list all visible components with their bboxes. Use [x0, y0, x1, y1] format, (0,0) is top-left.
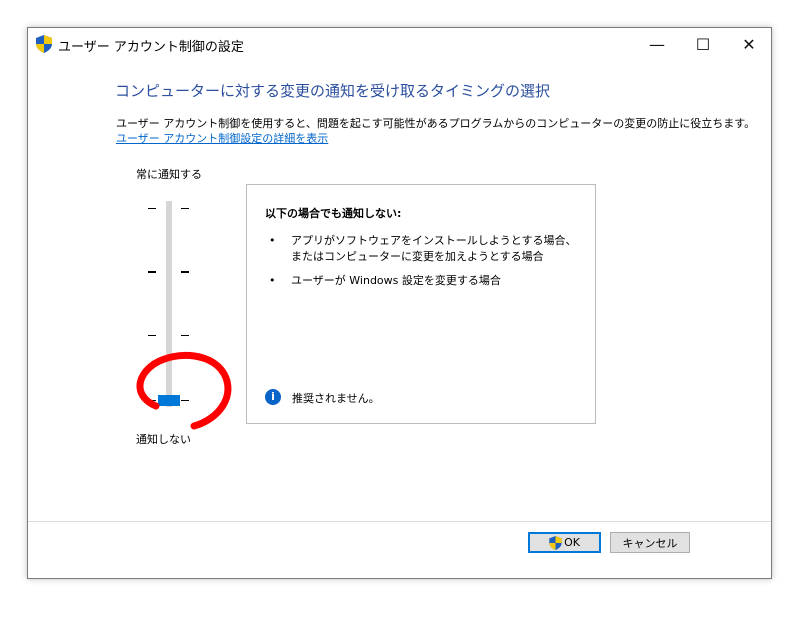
footer-separator [28, 521, 771, 522]
maximize-button[interactable]: ☐ [680, 28, 726, 60]
uac-shield-icon [36, 35, 52, 53]
cancel-button[interactable]: キャンセル [610, 532, 690, 553]
minimize-button[interactable]: — [634, 28, 680, 60]
bullet-icon: • [269, 234, 276, 247]
not-recommended-note: 推奨されません。 [292, 392, 380, 405]
slider-tick-right-3 [181, 335, 189, 336]
description-text: ユーザー アカウント制御を使用すると、問題を起こす可能性があるプログラムからのコ… [116, 117, 756, 130]
info-panel-title: 以下の場合でも通知しない: [265, 207, 402, 220]
window-title: ユーザー アカウント制御の設定 [58, 40, 244, 55]
bullet-icon: • [269, 274, 276, 287]
info-bullet-text: ユーザーが Windows 設定を変更する場合 [291, 274, 501, 287]
uac-shield-icon [549, 535, 562, 550]
page-heading: コンピューターに対する変更の通知を受け取るタイミングの選択 [115, 82, 551, 100]
info-bullet-2: • ユーザーが Windows 設定を変更する場合 [269, 273, 589, 291]
info-bullet-text: アプリがソフトウェアをインストールしようとする場合、またはコンピューターに変更を… [291, 234, 577, 263]
title-bar[interactable]: ユーザー アカウント制御の設定 — ☐ ✕ [28, 28, 771, 60]
cancel-button-label: キャンセル [622, 536, 678, 550]
close-button[interactable]: ✕ [726, 28, 772, 60]
uac-settings-window: ユーザー アカウント制御の設定 — ☐ ✕ コンピューターに対する変更の通知を受… [27, 27, 772, 579]
slider-tick-left-2 [148, 271, 156, 273]
slider-bottom-label: 通知しない [136, 433, 191, 446]
ok-button[interactable]: OK [528, 532, 601, 553]
info-panel: 以下の場合でも通知しない: • アプリがソフトウェアをインストールしようとする場… [246, 184, 596, 424]
details-link[interactable]: ユーザー アカウント制御設定の詳細を表示 [116, 130, 328, 146]
info-icon: i [265, 389, 281, 405]
slider-tick-right-1 [181, 208, 189, 209]
slider-tick-right-2 [181, 271, 189, 273]
info-bullet-1: • アプリがソフトウェアをインストールしようとする場合、またはコンピューターに変… [269, 233, 589, 267]
slider-tick-left-3 [148, 335, 156, 336]
ok-button-label: OK [564, 536, 580, 549]
slider-top-label: 常に通知する [136, 168, 202, 181]
slider-tick-left-1 [148, 208, 156, 209]
